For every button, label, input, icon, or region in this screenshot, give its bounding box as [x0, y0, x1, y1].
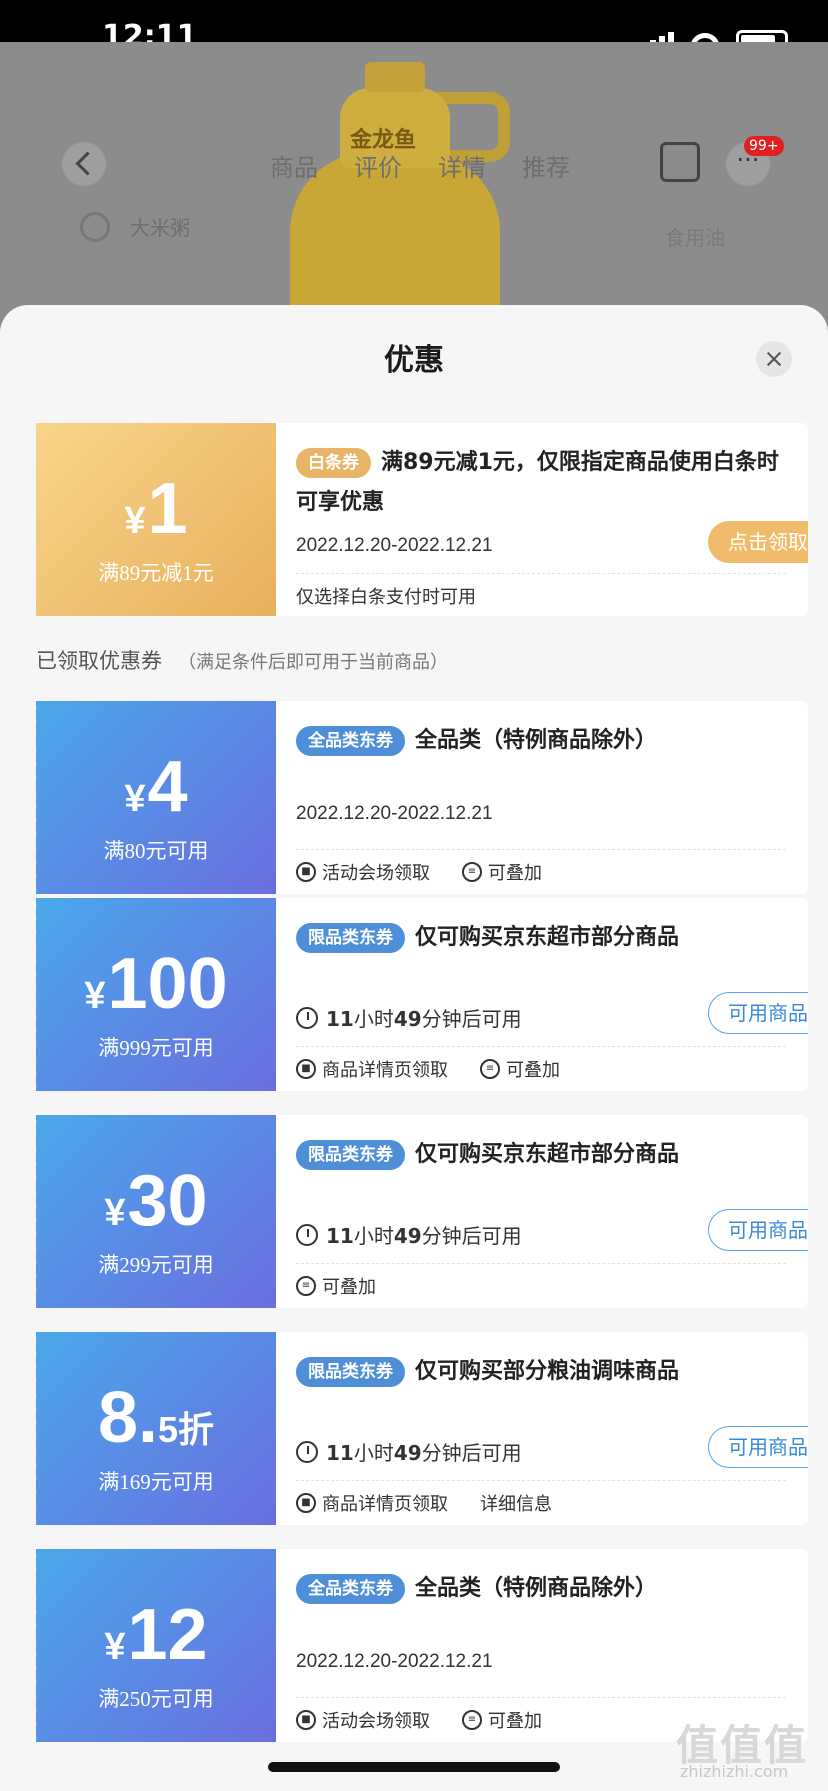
- clock-icon: [296, 1440, 318, 1463]
- claimed-section-label: 已领取优惠券 （满足条件后即可用于当前商品）: [36, 649, 448, 673]
- coupon-card[interactable]: ¥30 满299元可用 限品类东券 仅可购买京东超市部分商品 11小时49分钟后可…: [36, 1115, 808, 1308]
- ticket-icon: ■: [296, 862, 316, 882]
- coupon-headline: 全品类东券 全品类（特例商品除外）: [296, 1569, 796, 1609]
- product-page-backdrop[interactable]: 金龙鱼 商品 评价 详情 推荐 ··· 99+ 大米粥 食用油: [0, 42, 828, 342]
- stack-icon: ≡: [462, 1710, 482, 1730]
- product-tabs: 商品 评价 详情 推荐: [270, 148, 570, 183]
- details-link[interactable]: 详细信息: [480, 1490, 552, 1516]
- watermark-url: zhizhizhi.com: [680, 1762, 789, 1781]
- coupon-info: 限品类东券 仅可购买京东超市部分商品 11小时49分钟后可用 可用商品 ≡ 可叠加: [296, 1115, 808, 1308]
- coupon-amount: ¥100: [84, 944, 228, 1024]
- coupon-condition: 满89元减1元: [98, 561, 214, 585]
- coupon-condition: 满169元可用: [98, 1470, 214, 1494]
- search-suggestion-right[interactable]: 食用油: [665, 222, 725, 251]
- coupon-stub: ¥30 满299元可用: [36, 1115, 276, 1308]
- coupon-date: 2022.12.20-2022.12.21: [296, 1651, 493, 1672]
- coupon-note: 仅选择白条支付时可用: [296, 587, 476, 608]
- coupon-meta: ■ 活动会场领取 ≡ 可叠加: [296, 859, 542, 885]
- coupon-card[interactable]: ¥100 满999元可用 限品类东券 仅可购买京东超市部分商品 11小时49分钟后…: [36, 898, 808, 1091]
- coupon-stub: ¥12 满250元可用: [36, 1549, 276, 1742]
- clock-icon: [296, 1223, 318, 1246]
- eligible-products-button[interactable]: 可用商品: [708, 1209, 808, 1251]
- ticket-icon: ■: [296, 1710, 316, 1730]
- coupon-condition: 满250元可用: [98, 1687, 214, 1711]
- search-suggestion-left: 大米粥: [130, 216, 190, 240]
- back-button[interactable]: [62, 142, 106, 186]
- stack-icon: ≡: [480, 1059, 500, 1079]
- coupon-headline: 限品类东券 仅可购买京东超市部分商品: [296, 1135, 796, 1175]
- home-indicator[interactable]: [268, 1762, 560, 1772]
- coupon-stub: 8.5折 满169元可用: [36, 1332, 276, 1525]
- coupon-condition: 满299元可用: [98, 1253, 214, 1277]
- coupon-condition: 满80元可用: [103, 839, 209, 863]
- coupon-meta: ■ 商品详情页领取 详细信息: [296, 1490, 552, 1516]
- coupon-info: 限品类东券 仅可购买京东超市部分商品 11小时49分钟后可用 可用商品 ■ 商品详情…: [296, 898, 808, 1091]
- tab-goods[interactable]: 商品: [270, 148, 318, 183]
- ticket-icon: ■: [296, 1059, 316, 1079]
- clock-icon: [296, 1006, 318, 1029]
- coupon-stub: ¥100 满999元可用: [36, 898, 276, 1091]
- tab-details[interactable]: 详情: [438, 148, 486, 183]
- coupon-stub: ¥1 满89元减1元: [36, 423, 276, 616]
- featured-coupon: ¥1 满89元减1元 白条券 满89元减1元，仅限指定商品使用白条时可享优惠 20…: [36, 423, 808, 616]
- share-icon[interactable]: [660, 142, 700, 182]
- stack-icon: ≡: [296, 1276, 316, 1296]
- coupon-card[interactable]: ¥4 满80元可用 全品类东券 全品类（特例商品除外） 2022.12.20-20…: [36, 701, 808, 894]
- coupon-amount: ¥30: [104, 1161, 208, 1241]
- coupon-sheet: 优惠 ¥1 满89元减1元 白条券 满89元减1元，仅限指定商品使用白条时可享优惠…: [0, 305, 828, 1791]
- coupon-stub: ¥4 满80元可用: [36, 701, 276, 894]
- coupon-countdown: 11小时49分钟后可用: [296, 1003, 522, 1032]
- coupon-headline: 全品类东券 全品类（特例商品除外）: [296, 721, 796, 761]
- coupon-headline: 白条券 满89元减1元，仅限指定商品使用白条时可享优惠: [296, 448, 779, 515]
- close-button[interactable]: [756, 341, 792, 377]
- coupon-tag: 限品类东券: [296, 923, 405, 953]
- coupon-amount: ¥4: [124, 747, 188, 827]
- search-icon: [80, 212, 110, 242]
- coupon-meta: ≡ 可叠加: [296, 1273, 376, 1299]
- tab-recommend[interactable]: 推荐: [522, 148, 570, 183]
- coupon-countdown: 11小时49分钟后可用: [296, 1437, 522, 1466]
- coupon-card[interactable]: 8.5折 满169元可用 限品类东券 仅可购买部分粮油调味商品 11小时49分钟后…: [36, 1332, 808, 1525]
- message-badge: 99+: [744, 136, 784, 156]
- product-image: 金龙鱼: [270, 62, 520, 342]
- eligible-products-button[interactable]: 可用商品: [708, 992, 808, 1034]
- coupon-amount: 8.5折: [97, 1378, 215, 1458]
- coupon-info: 白条券 满89元减1元，仅限指定商品使用白条时可享优惠 2022.12.20-20…: [296, 423, 808, 616]
- coupon-info: 全品类东券 全品类（特例商品除外） 2022.12.20-2022.12.21 ■…: [296, 701, 806, 894]
- coupon-info: 限品类东券 仅可购买部分粮油调味商品 11小时49分钟后可用 可用商品 ■ 商品详情…: [296, 1332, 808, 1525]
- coupon-meta: ■ 活动会场领取 ≡ 可叠加: [296, 1707, 542, 1733]
- claim-button[interactable]: 点击领取: [708, 521, 808, 563]
- coupon-tag: 全品类东券: [296, 1574, 405, 1604]
- tab-reviews[interactable]: 评价: [354, 148, 402, 183]
- coupon-condition: 满999元可用: [98, 1036, 214, 1060]
- ticket-icon: ■: [296, 1493, 316, 1513]
- eligible-products-button[interactable]: 可用商品: [708, 1426, 808, 1468]
- status-bar: 12:11: [0, 0, 828, 54]
- coupon-tag: 限品类东券: [296, 1357, 405, 1387]
- coupon-date: 2022.12.20-2022.12.21: [296, 535, 493, 556]
- coupon-headline: 限品类东券 仅可购买京东超市部分商品: [296, 918, 796, 958]
- coupon-tag: 白条券: [296, 448, 371, 478]
- coupon-tag: 全品类东券: [296, 726, 405, 756]
- sheet-title: 优惠: [384, 343, 444, 378]
- coupon-tag: 限品类东券: [296, 1140, 405, 1170]
- coupon-meta: ■ 商品详情页领取 ≡ 可叠加: [296, 1056, 560, 1082]
- coupon-headline: 限品类东券 仅可购买部分粮油调味商品: [296, 1352, 796, 1392]
- coupon-date: 2022.12.20-2022.12.21: [296, 803, 493, 824]
- stack-icon: ≡: [462, 862, 482, 882]
- search-suggestion[interactable]: 大米粥: [80, 212, 190, 242]
- coupon-amount: ¥12: [104, 1595, 208, 1675]
- coupon-countdown: 11小时49分钟后可用: [296, 1220, 522, 1249]
- coupon-amount: ¥1: [124, 469, 188, 549]
